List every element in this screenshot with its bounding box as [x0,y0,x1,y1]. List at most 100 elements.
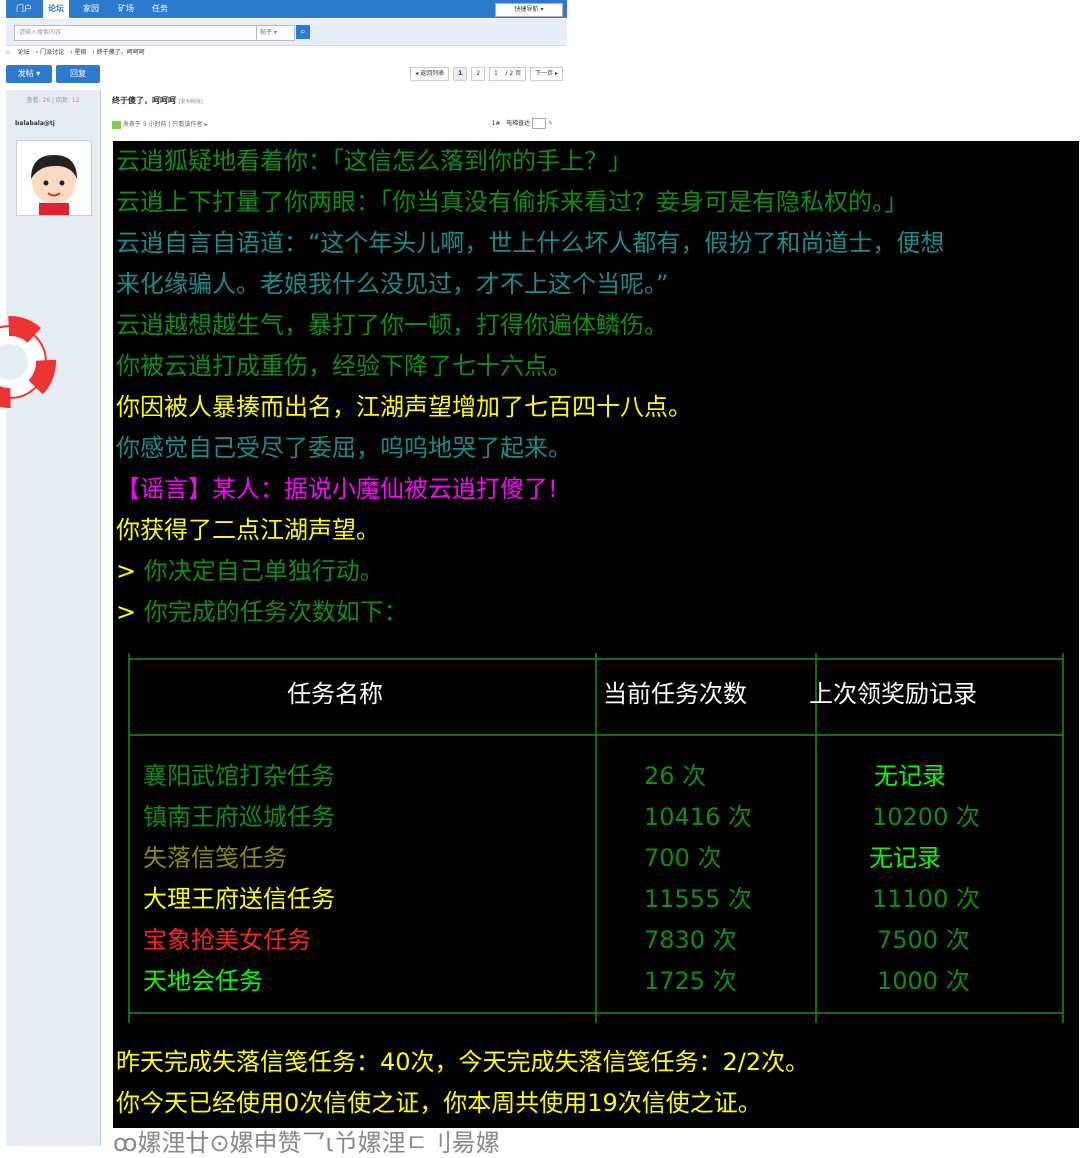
log-line-text: 云逍自言自语道：“这个年头儿啊，世上什么坏人都有，假扮了和尚道士，便想 [116,229,945,257]
post-meta: 发表于 5 小时前 | 只看该作者 ▸ [112,119,207,129]
next-page-link[interactable]: 下一页 ▸ [530,67,563,81]
cut-off-text: ꝏ嫘浬廿⊙嫘申赞乛ι兯嫘浬ㄷ刂昜嫘 [113,1129,500,1157]
search-scope-select[interactable]: 帖子 ▾ [256,25,295,41]
nav-portal[interactable]: 门户 [16,3,32,14]
prompt-text: 你决定自己单独行动。 [143,557,384,585]
breadcrumb-item[interactable]: 星宿 [74,49,86,56]
breadcrumb: ⌂ 论坛 › 门派讨论 › 星宿 › 终于傻了，呵呵呵 [6,49,145,56]
replies-label: 回复: [55,97,70,104]
task-last: 7500 次 [877,926,970,954]
next-label: 下一页 [535,70,554,77]
author-sidebar: 查看: 26 | 回复: 12 balabala@tj [0,90,101,1146]
table-header: 当前任务次数 [603,680,747,708]
page-1[interactable]: 1 [453,67,468,81]
replies-count: 12 [71,97,80,104]
log-line-text: 你因被人暴揍而出名，江湖声望增加了七百四十八点。 [116,393,692,421]
copy-link[interactable]: [复制链接] [179,99,203,105]
quick-nav-button[interactable]: 快捷导航 ▾ [495,3,563,17]
task-name: 失落信笺任务 [143,844,287,872]
log-line-text: 你获得了二点江湖声望。 [116,516,380,544]
table-header: 任务名称 [287,680,383,708]
online-icon [112,120,121,129]
prompt-line: > 你完成的任务次数如下： [116,592,408,632]
log-line: 云逍上下打量了你两眼：「你当真没有偷拆来看过？妾身可是有隐私权的。」 [116,182,908,222]
log-line-text: 【谣言】某人：据说小魔仙被云逍打傻了! [116,475,558,503]
prompt-symbol: > [116,598,137,626]
quick-nav-label: 快捷导航 [514,6,539,13]
nav-mine[interactable]: 矿场 [118,3,134,14]
search-icon[interactable]: ⌕ [296,25,310,39]
task-name: 襄阳武馆打杂任务 [143,762,335,790]
search-bar: 请输入搜索内容 帖子 ▾ ⌕ [6,19,567,46]
log-line: 云逍越想越生气，暴打了你一顿，打得你遍体鳞伤。 [116,305,668,345]
task-name: 镇南王府巡城任务 [143,803,335,831]
page-jump-value: 1 [494,70,498,77]
prompt-text: 你完成的任务次数如下： [143,598,408,626]
author-name[interactable]: balabala@tj [15,120,55,127]
thread-title-text: 终于傻了，呵呵呵 [112,96,176,105]
log-line: 来化缘骗人。老娘我什么没见过，才不上这个当呢。” [116,264,668,304]
prompt-symbol: > [116,557,137,585]
views-label: 查看: [26,97,41,104]
task-last: 无记录 [874,762,946,790]
avatar[interactable] [16,140,92,216]
task-count: 11555 次 [644,885,752,913]
elevator-input[interactable] [532,118,547,129]
views-count: 26 [42,97,51,104]
log-line-text: 你被云逍打成重伤，经验下降了七十六点。 [116,352,572,380]
search-input[interactable]: 请输入搜索内容 [14,25,258,41]
top-nav: 门户 论坛 家园 矿场 任务 快捷导航 ▾ [6,0,567,18]
log-line: 【谣言】某人：据说小魔仙被云逍打傻了! [116,469,558,509]
thread-stats: 查看: 26 | 回复: 12 [26,97,80,104]
task-count: 26 次 [644,762,707,790]
nav-task[interactable]: 任务 [152,3,168,14]
task-name: 天地会任务 [143,967,263,995]
page-total: / 2 页 [505,70,522,77]
prompt-line: > 你决定自己单独行动。 [116,551,384,591]
log-line: 你感觉自己受尽了委屈，呜呜地哭了起来。 [116,428,572,468]
summary-line: 你今天已经使用0次信使之证，你本周共使用19次信使之证。 [116,1089,762,1117]
breadcrumb-item[interactable]: 论坛 [18,49,30,56]
task-last: 无记录 [869,844,941,872]
task-last: 10200 次 [872,803,980,831]
task-name: 宝象抢美女任务 [143,926,311,954]
floor-number: 1# [491,120,501,127]
task-count: 1725 次 [644,967,737,995]
nav-home[interactable]: 家园 [83,3,99,14]
task-last: 11100 次 [872,885,980,913]
task-last: 1000 次 [877,967,970,995]
pager: ◂ 返回列表 1 2 1 / 2 页 下一页 ▸ [408,67,563,81]
thread-title: 终于傻了，呵呵呵 [复制链接] [112,95,203,106]
home-icon[interactable]: ⌂ [6,49,10,56]
elevator-label: 电梯直达 [506,120,531,127]
task-count: 700 次 [644,844,722,872]
log-line: 云逍狐疑地看着你：「这信怎么落到你的手上？」 [116,141,632,181]
task-table: 任务名称 当前任务次数 上次领奖励记录 襄阳武馆打杂任务 26 次 无记录 镇南… [113,651,1079,1026]
table-header: 上次领奖励记录 [809,680,977,708]
reply-button[interactable]: 回复 [56,65,100,83]
summary-line: 昨天完成失落信笺任务：40次，今天完成失落信笺任务：2/2次。 [116,1048,810,1076]
log-line-text: 你感觉自己受尽了委屈，呜呜地哭了起来。 [116,434,572,462]
log-line: 你被云逍打成重伤，经验下降了七十六点。 [116,346,572,386]
back-to-list-link[interactable]: ◂ 返回列表 [410,67,450,81]
log-line: 你获得了二点江湖声望。 [116,510,380,550]
lifebuoy-icon [0,312,64,412]
new-post-button[interactable]: 发帖 ▾ [6,65,52,83]
task-count: 7830 次 [644,926,737,954]
task-name: 大理王府送信任务 [143,885,335,913]
breadcrumb-item: 终于傻了，呵呵呵 [96,49,145,56]
page-jump-input[interactable]: 1 / 2 页 [489,67,527,81]
task-count: 10416 次 [644,803,752,831]
back-label: 返回列表 [420,70,445,77]
post-time: 发表于 5 小时前 [122,121,167,128]
page-2[interactable]: 2 [471,67,486,81]
only-author-link[interactable]: 只看该作者 [172,121,202,128]
breadcrumb-item[interactable]: 门派讨论 [40,49,64,56]
log-line-text: 来化缘骗人。老娘我什么没见过，才不上这个当呢。” [116,270,669,298]
log-line: 云逍自言自语道：“这个年头儿啊，世上什么坏人都有，假扮了和尚道士，便想 [116,223,944,263]
nav-forum[interactable]: 论坛 [43,0,69,18]
search-scope-label: 帖子 [260,29,273,36]
game-log-screenshot: 云逍狐疑地看着你：「这信怎么落到你的手上？」 云逍上下打量了你两眼：「你当真没有… [113,141,1079,1128]
floor-info: 1# 电梯直达 ✎ [492,118,553,129]
wrench-icon[interactable]: ✎ [548,120,553,127]
